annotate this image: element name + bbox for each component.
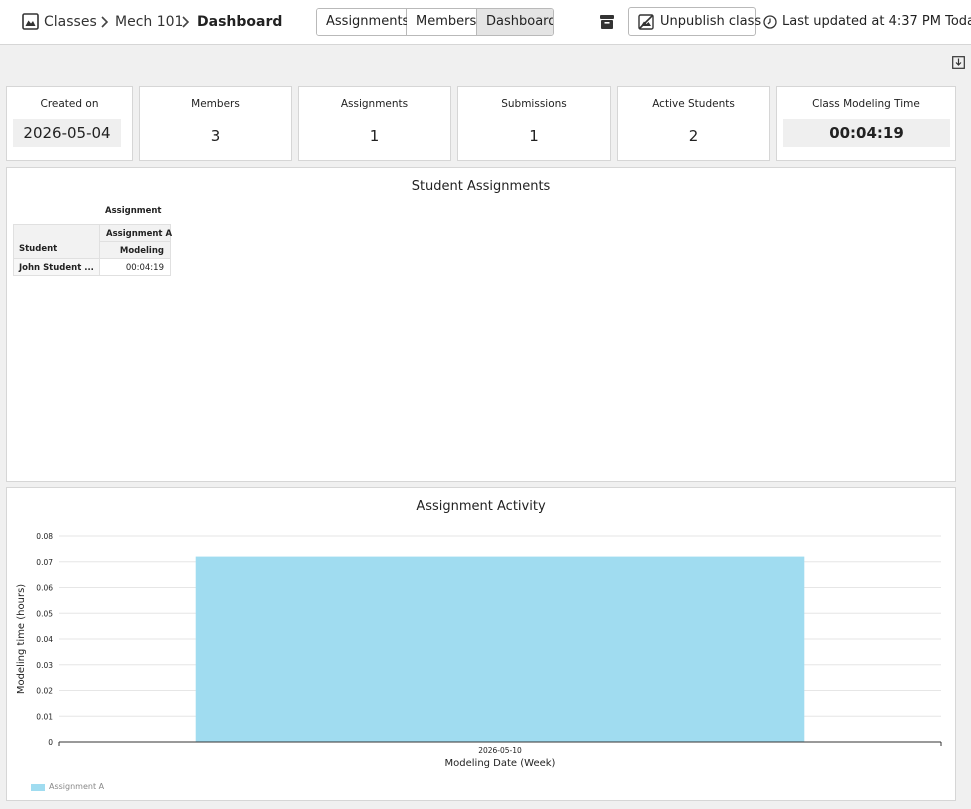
legend-label[interactable]: Assignment A — [49, 782, 104, 791]
y-tick-label: 0.06 — [36, 584, 53, 593]
stat-label: Assignments — [340, 98, 409, 110]
legend-swatch[interactable] — [31, 784, 45, 791]
stat-card-class-modeling-time: Class Modeling Time 00:04:19 — [776, 86, 956, 161]
stat-value: 1 — [369, 127, 380, 145]
y-tick-label: 0.04 — [36, 635, 53, 644]
assignment-activity-chart: 0 0.01 0.02 0.03 0.04 0.05 0.06 0.07 0.08 2026-05… — [16, 532, 942, 769]
unpublish-icon — [638, 14, 654, 30]
y-tick-label: 0.02 — [36, 687, 53, 696]
y-axis-label: Modeling time (hours) — [16, 584, 27, 694]
tab-members[interactable]: Members — [407, 9, 477, 35]
unpublish-class-button[interactable]: Unpublish class — [628, 7, 761, 36]
x-tick-label: 2026-05-10 — [478, 746, 522, 755]
stat-value: 2026-05-04 — [13, 119, 121, 147]
stat-label: Active Students — [652, 98, 735, 110]
y-tick-label: 0.08 — [36, 532, 53, 541]
y-tick-label: 0.03 — [36, 661, 53, 670]
pivot-student-header: Student — [19, 244, 58, 254]
student-assignments-panel: Student Assignments Assignment Student A… — [6, 167, 956, 482]
view-tabs: Assignments Members Dashboard — [316, 8, 554, 36]
y-tick-label: 0 — [48, 738, 53, 747]
chevron-right-icon — [182, 16, 190, 28]
breadcrumb-current: Dashboard — [197, 14, 283, 30]
stat-value: 3 — [210, 127, 221, 145]
stat-card-active-students: Active Students 2 — [617, 86, 770, 161]
assignment-activity-panel: Assignment Activity 0 0.01 0.02 0.03 0.04 0.0… — [6, 487, 956, 801]
table-row: John Student ... — [13, 258, 100, 276]
x-axis-label: Modeling Date (Week) — [445, 758, 556, 769]
stat-card-assignments: Assignments 1 — [298, 86, 451, 161]
clock-icon — [763, 15, 777, 29]
bar — [195, 556, 805, 742]
pivot-student-header-cell: Student — [13, 224, 100, 259]
panel-title: Student Assignments — [411, 179, 551, 194]
pivot-modeling-value: 00:04:19 — [125, 263, 164, 273]
y-tick-label: 0.05 — [36, 609, 53, 618]
stat-card-submissions: Submissions 1 — [457, 86, 611, 161]
tab-dashboard[interactable]: Dashboard — [477, 9, 553, 35]
breadcrumb-course[interactable]: Mech 101 — [115, 13, 183, 31]
y-tick-label: 0.01 — [36, 712, 53, 721]
stat-card-members: Members 3 — [139, 86, 292, 161]
stat-value: 1 — [529, 127, 539, 145]
classes-icon[interactable] — [22, 13, 39, 30]
pivot-student-name[interactable]: John Student ... — [19, 263, 94, 273]
stat-label: Submissions — [501, 98, 567, 110]
pivot-metric-header: Modeling — [119, 246, 164, 256]
stat-label: Class Modeling Time — [812, 98, 920, 110]
stat-value: 2 — [688, 127, 699, 145]
top-bar: Classes Mech 101 Dashboard Assignments M… — [0, 0, 971, 45]
chevron-right-icon — [101, 16, 109, 28]
stat-label: Members — [191, 98, 240, 110]
archive-icon[interactable] — [598, 13, 616, 31]
pivot-assignment-name-cell: Assignment A — [99, 224, 172, 242]
pivot-metric-cell: Modeling — [99, 241, 171, 259]
pivot-assignment-header: Assignment — [105, 206, 162, 216]
tab-assignments[interactable]: Assignments — [317, 9, 409, 35]
unpublish-class-label: Unpublish class — [660, 14, 762, 29]
export-icon[interactable] — [952, 56, 965, 69]
table-cell: 00:04:19 — [99, 258, 171, 276]
breadcrumb-classes[interactable]: Classes — [44, 13, 97, 31]
stat-label: Created on — [40, 98, 99, 110]
stat-card-created-on: Created on 2026-05-04 — [6, 86, 133, 161]
pivot-assignment-name[interactable]: Assignment A — [106, 229, 172, 239]
last-updated-text: Last updated at 4:37 PM Today — [782, 14, 971, 29]
y-tick-label: 0.07 — [36, 558, 53, 567]
stat-value: 00:04:19 — [783, 119, 950, 147]
